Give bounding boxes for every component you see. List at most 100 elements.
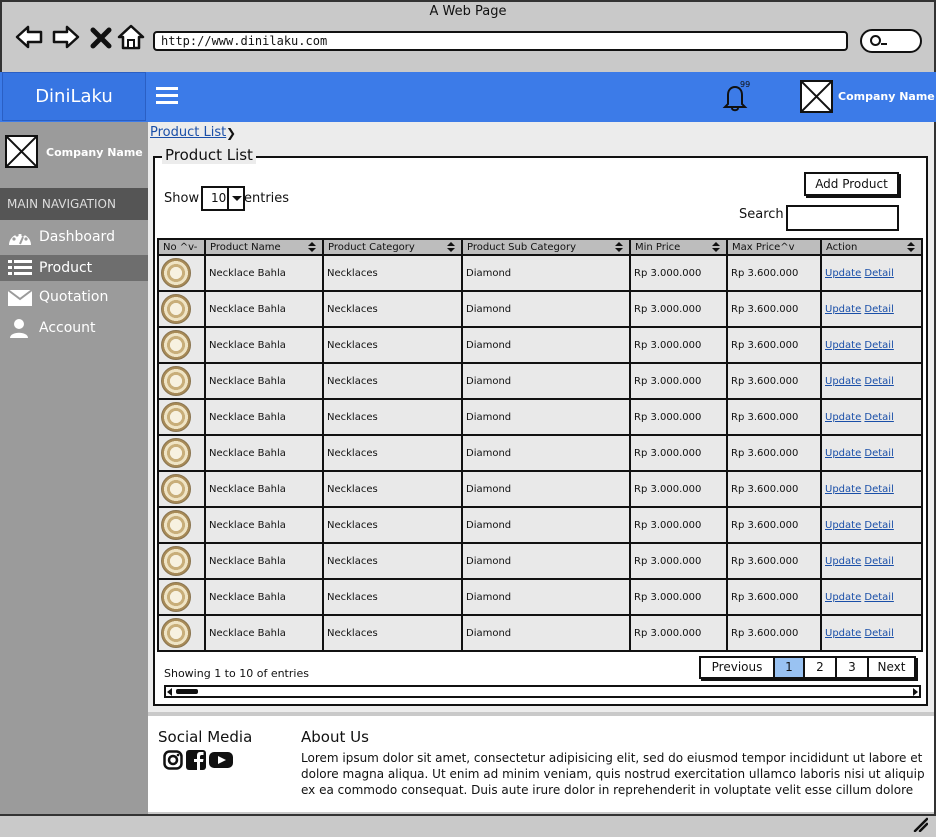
- breadcrumb-product-list[interactable]: Product List: [150, 125, 226, 140]
- column-header-product-name[interactable]: Product Name: [204, 238, 324, 256]
- column-header-min-price[interactable]: Min Price: [629, 238, 728, 256]
- back-arrow-icon[interactable]: [14, 22, 44, 52]
- sidebar-logo-placeholder: [5, 135, 38, 168]
- search-label: Search: [739, 207, 784, 222]
- home-icon[interactable]: [116, 22, 146, 52]
- next-page-button[interactable]: Next: [869, 658, 914, 677]
- update-link[interactable]: Update: [825, 304, 861, 315]
- page-button-1[interactable]: 1: [775, 658, 805, 677]
- resize-handle-icon[interactable]: [912, 816, 928, 832]
- entries-select-value: 10: [211, 191, 227, 205]
- sidebar-item-label: Dashboard: [39, 229, 115, 245]
- detail-link[interactable]: Detail: [864, 592, 893, 603]
- max-price-cell: Rp 3.600.000: [726, 434, 822, 472]
- scrollbar-thumb[interactable]: [176, 689, 198, 694]
- product-category-cell: Necklaces: [322, 542, 463, 580]
- url-input[interactable]: http://www.dinilaku.com: [153, 31, 848, 51]
- add-product-button[interactable]: Add Product: [804, 172, 899, 196]
- sidebar-item-dashboard[interactable]: Dashboard: [0, 224, 148, 250]
- update-link[interactable]: Update: [825, 520, 861, 531]
- max-price-cell: Rp 3.600.000: [726, 578, 822, 616]
- browser-search-button[interactable]: [860, 29, 922, 53]
- instagram-icon[interactable]: [163, 750, 183, 770]
- entries-select[interactable]: 10: [201, 186, 245, 211]
- facebook-icon[interactable]: [186, 750, 206, 770]
- max-price-cell: Rp 3.600.000: [726, 398, 822, 436]
- column-header-no[interactable]: No ^v-: [157, 238, 206, 256]
- product-category-cell: Necklaces: [322, 326, 463, 364]
- detail-link[interactable]: Detail: [864, 556, 893, 567]
- sidebar-item-quotation[interactable]: Quotation: [0, 284, 148, 310]
- forward-arrow-icon[interactable]: [51, 22, 81, 52]
- close-icon[interactable]: [88, 22, 114, 52]
- search-input[interactable]: [786, 205, 899, 231]
- update-link[interactable]: Update: [825, 556, 861, 567]
- sort-icon: [308, 242, 316, 253]
- action-cell: Update Detail: [820, 470, 923, 508]
- detail-link[interactable]: Detail: [864, 304, 893, 315]
- detail-link[interactable]: Detail: [864, 340, 893, 351]
- horizontal-scrollbar[interactable]: [164, 685, 921, 698]
- sort-icon: [447, 242, 455, 253]
- update-link[interactable]: Update: [825, 592, 861, 603]
- update-link[interactable]: Update: [825, 412, 861, 423]
- show-label: Show: [164, 191, 200, 206]
- column-header-max-price[interactable]: Max Price^v: [726, 238, 822, 256]
- scroll-left-icon[interactable]: [167, 688, 172, 696]
- sidebar-item-product[interactable]: Product: [0, 255, 148, 281]
- scroll-right-icon[interactable]: [913, 688, 918, 696]
- page-button-2[interactable]: 2: [805, 658, 837, 677]
- detail-link[interactable]: Detail: [864, 412, 893, 423]
- brand-logo[interactable]: DiniLaku: [2, 72, 146, 121]
- chevron-down-icon: [227, 188, 243, 209]
- column-header-action[interactable]: Action: [820, 238, 923, 256]
- detail-link[interactable]: Detail: [864, 448, 893, 459]
- detail-link[interactable]: Detail: [864, 376, 893, 387]
- action-cell: Update Detail: [820, 434, 923, 472]
- min-price-cell: Rp 3.000.000: [629, 398, 728, 436]
- hamburger-menu-icon[interactable]: [156, 87, 178, 105]
- sidebar-item-account[interactable]: Account: [0, 315, 148, 341]
- detail-link[interactable]: Detail: [864, 484, 893, 495]
- column-header-product-sub-category[interactable]: Product Sub Category: [461, 238, 631, 256]
- detail-link[interactable]: Detail: [864, 268, 893, 279]
- update-link[interactable]: Update: [825, 340, 861, 351]
- youtube-icon[interactable]: [209, 750, 233, 770]
- table-row: Necklace Bahla Necklaces Diamond Rp 3.000.0…: [157, 434, 923, 472]
- update-link[interactable]: Update: [825, 448, 861, 459]
- product-name-cell: Necklace Bahla: [204, 254, 324, 292]
- update-link[interactable]: Update: [825, 268, 861, 279]
- product-name-cell: Necklace Bahla: [204, 398, 324, 436]
- min-price-cell: Rp 3.000.000: [629, 434, 728, 472]
- detail-link[interactable]: Detail: [864, 628, 893, 639]
- product-subcategory-cell: Diamond: [461, 506, 631, 544]
- sidebar-item-label: Account: [39, 320, 96, 336]
- table-row: Necklace Bahla Necklaces Diamond Rp 3.000.0…: [157, 254, 923, 292]
- header-company-name[interactable]: Company Name: [838, 90, 935, 103]
- browser-status-bar: [0, 814, 936, 837]
- previous-page-button[interactable]: Previous: [701, 658, 775, 677]
- page-button-3[interactable]: 3: [837, 658, 869, 677]
- product-subcategory-cell: Diamond: [461, 614, 631, 652]
- update-link[interactable]: Update: [825, 376, 861, 387]
- pagination: Previous 1 2 3 Next: [699, 656, 916, 679]
- product-image: [161, 258, 191, 288]
- product-thumbnail-cell: [157, 542, 206, 580]
- product-image: [161, 294, 191, 324]
- company-logo-placeholder[interactable]: [800, 80, 833, 113]
- update-link[interactable]: Update: [825, 628, 861, 639]
- product-subcategory-cell: Diamond: [461, 470, 631, 508]
- update-link[interactable]: Update: [825, 484, 861, 495]
- table-row: Necklace Bahla Necklaces Diamond Rp 3.000.0…: [157, 398, 923, 436]
- action-cell: Update Detail: [820, 362, 923, 400]
- product-category-cell: Necklaces: [322, 290, 463, 328]
- product-category-cell: Necklaces: [322, 578, 463, 616]
- product-thumbnail-cell: [157, 290, 206, 328]
- product-name-cell: Necklace Bahla: [204, 470, 324, 508]
- min-price-cell: Rp 3.000.000: [629, 470, 728, 508]
- table-row: Necklace Bahla Necklaces Diamond Rp 3.000.0…: [157, 542, 923, 580]
- column-header-product-category[interactable]: Product Category: [322, 238, 463, 256]
- product-category-cell: Necklaces: [322, 614, 463, 652]
- detail-link[interactable]: Detail: [864, 520, 893, 531]
- action-cell: Update Detail: [820, 326, 923, 364]
